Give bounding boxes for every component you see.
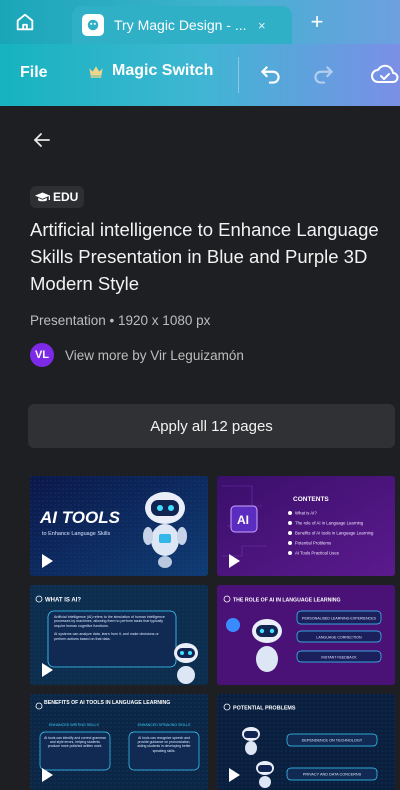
thumb1-heading: AI TOOLS: [39, 508, 121, 527]
thumb5-heading: BENEFITS OF AI TOOLS IN LANGUAGE LEARNIN…: [44, 700, 171, 706]
play-icon[interactable]: [38, 552, 56, 570]
page-thumbnail-4[interactable]: THE ROLE OF AI IN LANGUAGE LEARNING PERS…: [217, 585, 395, 685]
page-thumbnail-2[interactable]: AI CONTENTS What is AI? The role of AI i…: [217, 476, 395, 576]
edu-badge-label: EDU: [53, 190, 79, 204]
crown-icon: [89, 66, 103, 78]
tab-close-icon[interactable]: ×: [258, 18, 266, 33]
template-detail-panel: EDU Artificial intelligence to Enhance L…: [0, 106, 400, 790]
thumb2-item-2: The role of AI in Language Learning: [295, 521, 364, 526]
undo-icon[interactable]: [257, 62, 285, 88]
thumb4-item-1: PERSONALISED LEARNING EXPERIENCES: [302, 617, 376, 621]
tab-title: Try Magic Design - ...: [114, 17, 247, 33]
play-icon[interactable]: [225, 552, 243, 570]
page-thumbnail-3[interactable]: WHAT IS AI? Artificial Intelligence (AI)…: [30, 585, 208, 685]
page-thumbnail-6[interactable]: POTENTIAL PROBLEMS DEPENDENCE ON TECHNOL…: [217, 694, 395, 790]
toolbar-divider: [238, 57, 239, 93]
play-icon[interactable]: [38, 766, 56, 784]
thumb4-item-3: INSTANT FEEDBACK: [321, 656, 357, 660]
thumb2-item-3: Benefits of AI tools in Language Learnin…: [295, 531, 374, 536]
thumb5-col1-text: AI tools can identify and correct gramma…: [44, 736, 106, 749]
page-thumbnail-1[interactable]: AI TOOLS to Enhance Language Skills: [30, 476, 208, 576]
thumb3-para-1: Artificial Intelligence (AI) refers to t…: [54, 615, 165, 628]
page-thumbnail-5[interactable]: BENEFITS OF AI TOOLS IN LANGUAGE LEARNIN…: [30, 694, 208, 790]
author-text: View more by Vir Leguizamón: [65, 347, 244, 363]
thumb5-col2-title: ENHANCED SPEAKING SKILLS: [138, 723, 191, 727]
thumb4-heading: THE ROLE OF AI IN LANGUAGE LEARNING: [233, 598, 341, 604]
home-icon: [16, 13, 34, 31]
new-tab-button[interactable]: +: [303, 8, 331, 36]
browser-tab[interactable]: Try Magic Design - ... ×: [72, 6, 292, 44]
thumb2-item-1: What is AI?: [295, 511, 317, 516]
thumb4-item-2: LANGUAGE CORRECTION: [316, 636, 362, 640]
thumb5-col2-text: AI tools can recognize speech and provid…: [137, 736, 191, 753]
canva-favicon-icon: [82, 14, 104, 36]
home-button[interactable]: [6, 4, 44, 40]
thumb6-heading: POTENTIAL PROBLEMS: [233, 706, 296, 712]
graduation-cap-icon: [35, 192, 50, 201]
back-arrow-icon[interactable]: [30, 128, 54, 152]
thumb5-col1-title: ENHANCED WRITING SKILLS: [49, 723, 100, 727]
thumb2-item-5: AI Tools Practical Uses: [295, 551, 339, 556]
thumb3-heading: WHAT IS AI?: [45, 598, 81, 604]
redo-icon[interactable]: [309, 62, 337, 88]
author-avatar: VL: [30, 343, 54, 367]
browser-tab-strip: Try Magic Design - ... × +: [0, 0, 400, 44]
thumb2-heading: CONTENTS: [293, 496, 329, 503]
editor-toolbar: File Magic Switch: [0, 44, 400, 106]
author-link[interactable]: VL View more by Vir Leguizamón: [30, 343, 244, 367]
apply-all-pages-button[interactable]: Apply all 12 pages: [28, 404, 395, 448]
magic-switch-button[interactable]: Magic Switch: [88, 62, 213, 80]
thumb2-ai-badge: AI: [237, 513, 249, 527]
template-title: Artificial intelligence to Enhance Langu…: [30, 219, 379, 294]
thumb6-item-2: PRIVACY AND DATA CONCERNS: [303, 773, 362, 777]
thumb1-subheading: to Enhance Language Skills: [42, 531, 110, 537]
template-meta: Presentation • 1920 x 1080 px: [30, 313, 211, 328]
thumb3-para-2: AI systems can analyze data, learn from …: [54, 632, 159, 641]
file-menu-button[interactable]: File: [20, 64, 48, 82]
magic-switch-label: Magic Switch: [112, 62, 214, 79]
thumb2-item-4: Potential Problems: [295, 541, 331, 546]
thumb6-item-1: DEPENDENCE ON TECHNOLOGY: [302, 739, 363, 743]
cloud-saved-icon[interactable]: [370, 60, 400, 90]
edu-badge: EDU: [30, 186, 85, 208]
play-icon[interactable]: [38, 661, 56, 679]
play-icon[interactable]: [225, 766, 243, 784]
